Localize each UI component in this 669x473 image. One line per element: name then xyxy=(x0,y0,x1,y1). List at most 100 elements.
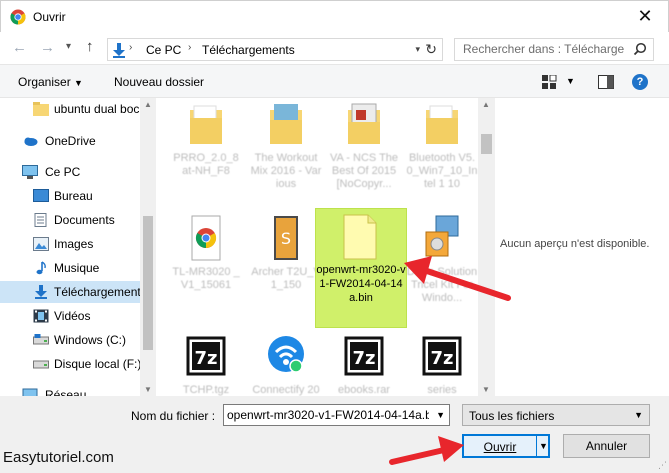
sidebar-item-bureau[interactable]: Bureau xyxy=(0,185,140,207)
file-item[interactable]: VA - NCS The Best Of 2015 [NoCopyr... xyxy=(328,100,400,210)
file-item[interactable]: 7z series xyxy=(406,332,478,396)
new-folder-button[interactable]: Nouveau dossier xyxy=(114,75,204,89)
svg-text:7z: 7z xyxy=(430,348,453,369)
sidebar-item-videos[interactable]: Vidéos xyxy=(0,305,140,327)
file-item[interactable]: S Archer T2U_V1_150 xyxy=(250,214,322,324)
chevron-down-icon[interactable]: ▼ xyxy=(634,410,643,420)
back-arrow-icon[interactable]: ← xyxy=(12,39,27,56)
breadcrumb-separator: › xyxy=(188,42,192,53)
sidebar-item-images[interactable]: Images xyxy=(0,233,140,255)
music-icon xyxy=(36,261,46,275)
sidebar-item-ce-pc[interactable]: Ce PC xyxy=(0,161,140,183)
filename-input[interactable] xyxy=(224,405,429,425)
folder-icon xyxy=(348,103,380,144)
documents-icon xyxy=(34,213,47,227)
no-preview-message: Aucun aperçu n'est disponible. xyxy=(500,238,650,250)
sidebar-scrollbar[interactable]: ▲ ▼ xyxy=(140,98,156,396)
chevron-down-icon[interactable]: ▼ xyxy=(539,441,548,451)
sidebar-item-disque-local-f[interactable]: Disque local (F:) xyxy=(0,353,141,375)
filename-label: Nom du fichier : xyxy=(131,409,216,423)
up-arrow-icon[interactable]: ↑ xyxy=(86,38,94,55)
drive-icon xyxy=(33,360,49,369)
refresh-icon[interactable]: ↻ xyxy=(425,41,437,58)
scroll-down-icon[interactable]: ▼ xyxy=(482,385,490,394)
scrollbar-thumb[interactable] xyxy=(143,216,153,350)
folder-icon xyxy=(190,105,222,144)
chevron-down-icon[interactable]: ▾ xyxy=(66,41,71,52)
chevron-down-icon: ▼ xyxy=(74,78,83,88)
folder-icon xyxy=(426,105,458,144)
close-button[interactable]: ✕ xyxy=(634,6,656,27)
window-title: Ouvrir xyxy=(33,10,66,24)
svg-text:7z: 7z xyxy=(352,348,375,369)
file-item[interactable]: 7z ebooks.rar xyxy=(328,332,400,396)
scrollbar-thumb[interactable] xyxy=(481,134,492,154)
computer-icon xyxy=(22,165,38,179)
cloud-icon xyxy=(24,137,38,146)
split-divider xyxy=(536,436,537,456)
7zip-icon: 7z xyxy=(422,336,462,376)
file-item[interactable]: The Workout Mix 2016 - Various xyxy=(250,100,322,210)
file-item[interactable]: Bluetooth V5.0_Win7_10_Intel 1 10 xyxy=(406,100,478,210)
file-item[interactable]: Connectify 2016.0.3 xyxy=(250,332,322,396)
scroll-down-icon[interactable]: ▼ xyxy=(144,385,152,394)
sidebar-item-telechargements[interactable]: Téléchargements xyxy=(0,281,147,303)
file-item[interactable]: TL-MR3020 _V1_15061 xyxy=(170,214,242,324)
watermark-text: Easytutoriel.com xyxy=(3,449,114,466)
desktop-icon xyxy=(33,189,49,202)
cancel-button[interactable]: Annuler xyxy=(563,434,650,458)
open-button-label: Ouvrir xyxy=(483,440,517,454)
navigation-pane: ubuntu dual boc OneDrive Ce PC Bureau Do… xyxy=(0,98,156,396)
sidebar-item-ubuntu-dual-boot[interactable]: ubuntu dual boc xyxy=(0,98,140,120)
images-icon xyxy=(33,237,49,251)
open-button[interactable]: Ouvrir ▼ xyxy=(462,434,550,458)
file-item[interactable]: PRRO_2.0_8 at-NH_F8 xyxy=(170,100,242,210)
address-row: ← → ▾ ↑ › Ce PC › Téléchargements ▾ ↻ xyxy=(0,32,669,64)
installer-icon xyxy=(425,215,459,257)
svg-text:7z: 7z xyxy=(194,348,217,369)
search-input[interactable] xyxy=(455,39,625,59)
filetype-value: Tous les fichiers xyxy=(469,409,555,423)
breadcrumb-separator: › xyxy=(129,42,133,53)
archive-icon: S xyxy=(274,216,298,260)
preview-pane-icon[interactable] xyxy=(598,75,614,89)
download-icon xyxy=(113,43,125,58)
breadcrumb-ce-pc[interactable]: Ce PC xyxy=(146,43,181,57)
resize-grip-icon[interactable]: ⋰ xyxy=(658,460,667,471)
selected-file-item[interactable]: openwrt-mr3020-v1-FW2014-04-14a.bin xyxy=(315,208,407,328)
connectify-icon xyxy=(268,336,304,373)
7zip-icon: 7z xyxy=(344,336,384,376)
breadcrumb-telechargements[interactable]: Téléchargements xyxy=(202,43,295,57)
view-options-icon[interactable] xyxy=(542,75,558,89)
file-icon xyxy=(343,214,377,260)
forward-arrow-icon[interactable]: → xyxy=(40,39,55,56)
address-bar[interactable]: › Ce PC › Téléchargements ▾ ↻ xyxy=(107,38,443,61)
file-item[interactable]: Disco Solution Tricel Kit For Windo... xyxy=(406,214,478,324)
title-bar: Ouvrir ✕ xyxy=(0,0,669,32)
network-icon xyxy=(22,388,38,396)
file-item[interactable]: 7z TCHP.tgz xyxy=(170,332,242,396)
chevron-down-icon[interactable]: ▼ xyxy=(436,410,445,420)
command-toolbar: Organiser ▼ Nouveau dossier ▼ ? xyxy=(0,64,669,98)
drive-icon xyxy=(33,334,49,345)
chrome-icon xyxy=(10,9,26,25)
selected-file-name: openwrt-mr3020-v1-FW2014-04-14a.bin xyxy=(316,264,406,304)
sidebar-item-documents[interactable]: Documents xyxy=(0,209,140,231)
organiser-button[interactable]: Organiser ▼ xyxy=(18,75,83,89)
sidebar-item-reseau[interactable]: Réseau xyxy=(0,384,140,396)
chevron-down-icon[interactable]: ▾ xyxy=(415,44,420,55)
scroll-up-icon[interactable]: ▲ xyxy=(144,100,152,109)
file-list-scrollbar[interactable]: ▲ ▼ xyxy=(478,98,495,396)
folder-icon xyxy=(270,104,302,144)
sidebar-item-windows-c[interactable]: Windows (C:) xyxy=(0,329,140,351)
7zip-icon: 7z xyxy=(186,336,226,376)
filename-combobox[interactable]: ▼ xyxy=(223,404,450,426)
search-box[interactable] xyxy=(454,38,654,61)
search-icon[interactable] xyxy=(633,42,647,56)
help-icon[interactable]: ? xyxy=(632,74,648,90)
filetype-select[interactable]: Tous les fichiers ▼ xyxy=(462,404,650,426)
sidebar-item-musique[interactable]: Musique xyxy=(0,257,140,279)
sidebar-item-onedrive[interactable]: OneDrive xyxy=(0,130,140,152)
scroll-up-icon[interactable]: ▲ xyxy=(482,100,490,109)
chevron-down-icon[interactable]: ▼ xyxy=(566,76,575,86)
